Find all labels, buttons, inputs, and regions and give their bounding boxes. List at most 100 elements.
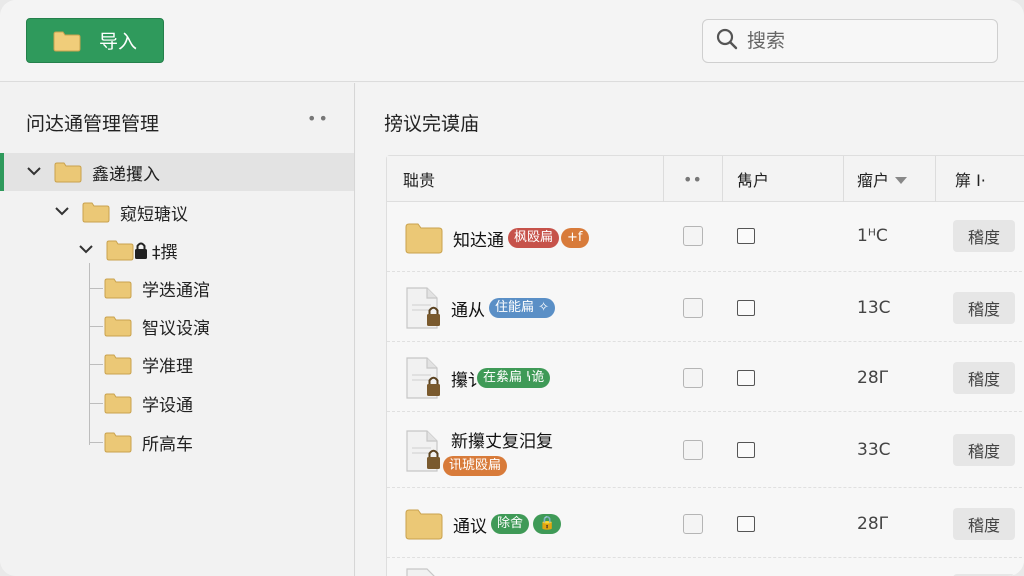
locked-document-icon: [405, 357, 441, 399]
search-box[interactable]: [702, 19, 998, 63]
row-checkbox-secondary[interactable]: [737, 228, 755, 244]
table-row[interactable]: 知达通 枫殴扁 +f 1ᴴC 稽度: [387, 204, 1024, 272]
tree-item-label: 鑫递攫入: [92, 164, 160, 185]
row-checkbox[interactable]: [683, 298, 703, 318]
table-header: 聉贵 •• 雋户 瘤户 箳 I·: [387, 156, 1024, 202]
row-checkbox-secondary[interactable]: [737, 370, 755, 386]
row-checkbox[interactable]: [683, 440, 703, 460]
import-button[interactable]: 导入: [26, 18, 164, 63]
row-name: 通从: [451, 300, 485, 321]
folder-icon: [104, 353, 132, 375]
column-header-name[interactable]: 聉贵: [403, 156, 435, 202]
row-name-cell: 通从 住能扁 ✧: [405, 274, 556, 342]
row-name: 新攥丈复汨复: [451, 431, 553, 452]
row-name: 通议: [453, 516, 487, 537]
search-icon: [715, 27, 739, 55]
column-divider: [935, 156, 936, 202]
tree-item-label: 学准理: [142, 356, 193, 377]
row-tag: 在絫扁 ꝇ诡: [477, 368, 551, 388]
row-name-cell: 攥讠 在絫扁 ꝇ诡: [405, 344, 551, 412]
row-tag: 除舍: [491, 514, 530, 534]
row-name-cell: 新攥丈复汨复 讯琥殴扁: [405, 414, 553, 488]
row-tag: 枫殴扁: [508, 228, 560, 248]
tree-item-label: ‡撰: [152, 242, 178, 263]
folder-icon: [405, 508, 443, 540]
row-tag: 讯琥殴扁: [443, 455, 508, 476]
app-window: 导入 问达通管理管理 •• 鑫递攫入: [0, 0, 1024, 576]
table-row[interactable]: 新攥丈复汨复 讯琥殴扁 33C 稽度: [387, 414, 1024, 488]
column-divider: [663, 156, 664, 202]
table-row-partial[interactable]: [387, 560, 1024, 576]
folder-icon: [82, 201, 110, 223]
folder-icon: [104, 277, 132, 299]
tree-item[interactable]: 窥短瑭议: [0, 193, 354, 231]
tree-item-label: 窥短瑭议: [120, 204, 188, 225]
column-header-4-label: 瘤户: [857, 171, 890, 190]
table-row[interactable]: 攥讠 在絫扁 ꝇ诡 28Γ 稽度: [387, 344, 1024, 412]
folder-icon: [104, 315, 132, 337]
row-name: 知达通: [453, 230, 504, 251]
row-action-button[interactable]: 稽度: [953, 508, 1015, 540]
sidebar-title: 问达通管理管理: [26, 113, 160, 135]
main-panel: 搒议完谟庙 聉贵 •• 雋户 瘤户 箳 I· 知达通 枫殴扁 +f 1ᴴC 稽度…: [356, 83, 1024, 576]
row-action-button[interactable]: 稽度: [953, 434, 1015, 466]
column-header-3[interactable]: 雋户: [737, 156, 769, 202]
row-checkbox[interactable]: [683, 368, 703, 388]
folder-icon: [405, 222, 443, 254]
tree-item[interactable]: 智议设演: [0, 307, 354, 345]
column-divider: [843, 156, 844, 202]
folder-icon: [54, 161, 82, 183]
locked-folder-icon: [106, 238, 150, 262]
row-name-cell: 知达通 枫殴扁 +f: [405, 204, 589, 272]
chevron-down-icon[interactable]: [26, 164, 42, 180]
tree-item-label: 学迭通涫: [142, 280, 210, 301]
document-icon: [405, 568, 441, 576]
table-row[interactable]: 通从 住能扁 ✧ 13C 稽度: [387, 274, 1024, 342]
row-action-button[interactable]: 稽度: [953, 362, 1015, 394]
folder-icon: [104, 392, 132, 414]
sort-down-icon: [895, 170, 908, 189]
table-row[interactable]: 通议 除舍 🔒 28Γ 稽度: [387, 490, 1024, 558]
folder-icon: [104, 431, 132, 453]
tree-item-root[interactable]: 鑫递攫入: [0, 153, 354, 191]
column-divider: [722, 156, 723, 202]
tree-item-label: 智议设演: [142, 318, 210, 339]
column-header-5[interactable]: 箳 I·: [955, 156, 986, 202]
top-toolbar: 导入: [0, 0, 1024, 82]
locked-document-icon: [405, 287, 441, 329]
row-size: 13C: [857, 298, 891, 318]
file-table: 聉贵 •• 雋户 瘤户 箳 I· 知达通 枫殴扁 +f 1ᴴC 稽度 通从 住能…: [386, 155, 1024, 576]
sidebar: 问达通管理管理 •• 鑫递攫入 窥短瑭议 ‡撰 学迭通涫 智议设演 学准理 学设…: [0, 83, 355, 576]
tree-item[interactable]: 所高车: [0, 423, 354, 461]
page-title: 搒议完谟庙: [384, 113, 480, 135]
row-checkbox[interactable]: [683, 226, 703, 246]
folder-icon: [53, 30, 81, 52]
sidebar-more-button[interactable]: ••: [307, 109, 330, 128]
chevron-down-icon[interactable]: [54, 204, 70, 220]
search-input[interactable]: [747, 30, 977, 52]
column-header-more[interactable]: ••: [683, 156, 702, 202]
row-action-button[interactable]: 稽度: [953, 292, 1015, 324]
column-header-4[interactable]: 瘤户: [857, 156, 908, 202]
row-checkbox-secondary[interactable]: [737, 442, 755, 458]
row-action-button[interactable]: 稽度: [953, 220, 1015, 252]
import-label: 导入: [98, 31, 137, 53]
row-size: 28Γ: [857, 514, 889, 534]
row-size: 28Γ: [857, 368, 889, 388]
chevron-down-icon[interactable]: [78, 242, 94, 258]
tree-item[interactable]: ‡撰: [0, 231, 354, 269]
tree-item[interactable]: 学迭通涫: [0, 269, 354, 307]
row-checkbox-secondary[interactable]: [737, 300, 755, 316]
row-checkbox[interactable]: [683, 514, 703, 534]
tree-item[interactable]: 学设通: [0, 384, 354, 422]
locked-document-icon: [405, 430, 441, 472]
tree-item-label: 所高车: [142, 434, 193, 455]
row-tag: +f: [561, 228, 589, 248]
row-name-cell: 通议 除舍 🔒: [405, 490, 562, 558]
row-checkbox-secondary[interactable]: [737, 516, 755, 532]
tree-item-label: 学设通: [142, 395, 193, 416]
lock-icon: 🔒: [533, 514, 562, 534]
row-tag: 住能扁 ✧: [489, 298, 556, 318]
tree-item[interactable]: 学准理: [0, 345, 354, 383]
row-size: 33C: [857, 440, 891, 460]
